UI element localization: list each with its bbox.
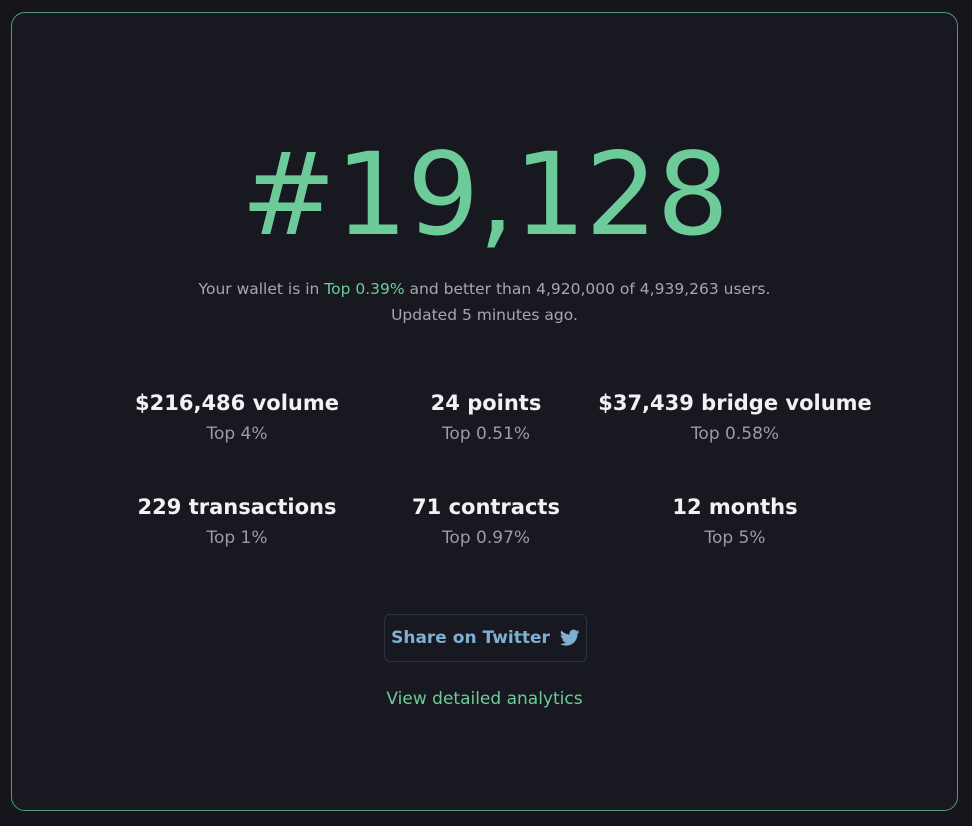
stat-rank: Top 5% (704, 528, 766, 548)
rank-summary-line: Your wallet is in Top 0.39% and better t… (12, 276, 957, 302)
top-percentile: Top 0.39% (324, 280, 405, 298)
stat-bridge-volume: $37,439 bridge volume Top 0.58% (585, 388, 885, 448)
updated-text: Updated 5 minutes ago. (391, 306, 578, 324)
stat-value: $37,439 bridge volume (598, 391, 872, 415)
stat-value: 12 months (672, 495, 798, 519)
summary-suffix: and better than 4,920,000 of 4,939,263 u… (404, 280, 771, 298)
wallet-rank-card: #19,128 Your wallet is in Top 0.39% and … (11, 12, 958, 811)
rank-summary: Your wallet is in Top 0.39% and better t… (12, 276, 957, 328)
share-button-label: Share on Twitter (391, 628, 550, 648)
stat-rank: Top 0.58% (690, 424, 780, 444)
summary-prefix: Your wallet is in (198, 280, 325, 298)
stat-months: 12 months Top 5% (585, 492, 885, 552)
share-on-twitter-button[interactable]: Share on Twitter (384, 614, 587, 662)
twitter-icon (559, 629, 580, 647)
view-analytics-link[interactable]: View detailed analytics (12, 686, 957, 712)
rank-number: #19,128 (240, 128, 729, 261)
